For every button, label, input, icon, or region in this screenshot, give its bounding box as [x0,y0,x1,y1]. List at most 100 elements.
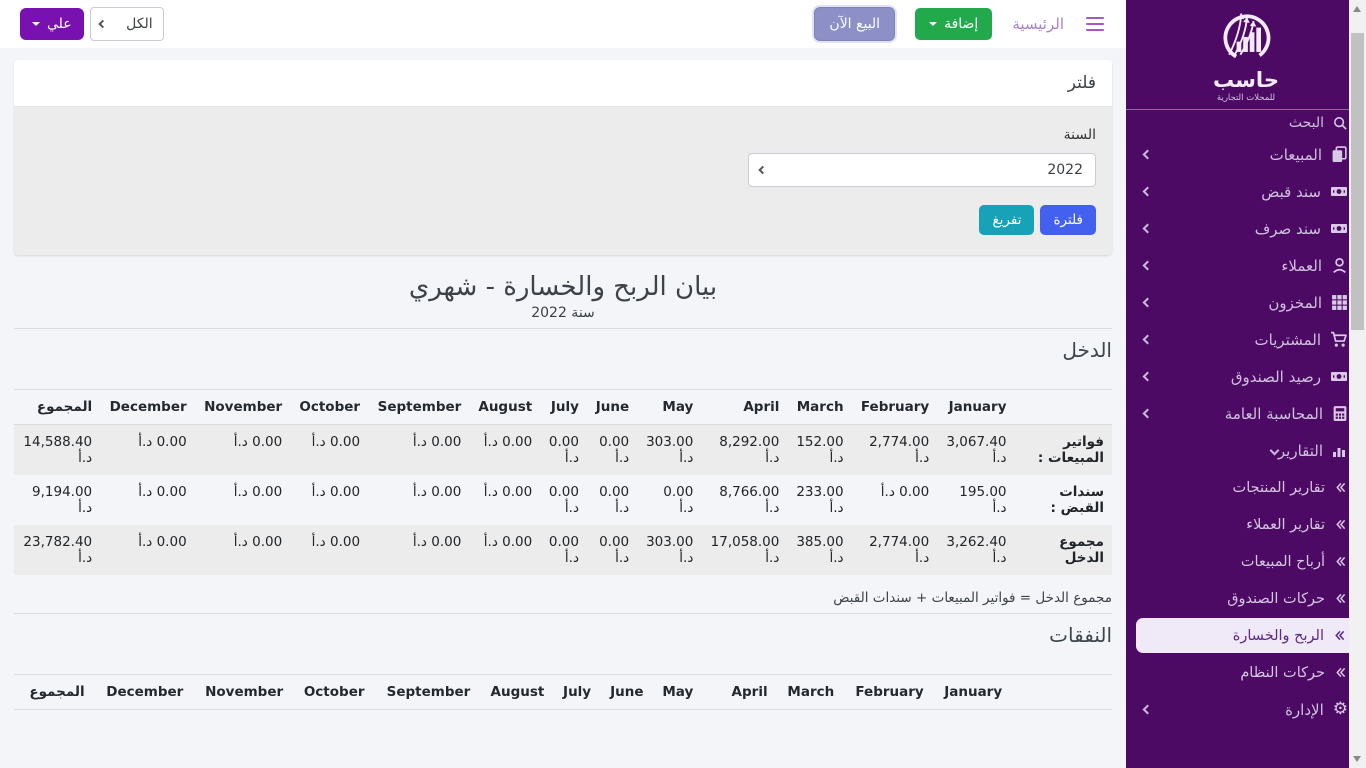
sidebar-item-customers[interactable]: العملاء [1126,247,1366,284]
income-note: مجموع الدخل = فواتير المبيعات + سندات ال… [14,590,1112,606]
sidebar-subitem-customer-reports[interactable]: تقارير العملاء [1126,506,1366,543]
user-name-label: علي [47,16,72,32]
grid-icon [1331,294,1348,311]
sidebar-item-inventory[interactable]: المخزون [1126,284,1366,321]
sidebar-subitem-label: تقارير المنتجات [1233,480,1325,496]
filter-button[interactable]: فلترة [1040,205,1096,235]
sidebar-subitem-cash-movements[interactable]: حركات الصندوق [1126,580,1366,617]
cart-icon [1330,331,1348,348]
page-scrollbar[interactable] [1349,0,1366,768]
amount-cell: 8,766.00 د.أ [701,475,787,525]
chevron-left-icon [1143,187,1153,197]
divider [14,328,1112,329]
sidebar-item-label: المخزون [1268,294,1322,312]
user-menu-button[interactable]: علي [20,8,84,40]
logo: حاسب للمحلات التجارية [1126,0,1366,103]
table-row: سندات القبض :195.00 د.أ0.00 د.أ233.00 د.… [14,475,1112,525]
table-row: فواتير المبيعات :3,067.40 د.أ2,774.00 د.… [14,425,1112,476]
column-header: December [93,675,192,710]
amount-cell: 385.00 د.أ [787,525,851,575]
amount-cell: 0.00 د.أ [540,525,587,575]
amount-cell: 3,067.40 د.أ [937,425,1014,476]
sidebar-subitem-sales-profits[interactable]: أرباح المبيعات [1126,543,1366,580]
sidebar-item-receipt-voucher[interactable]: سند قبض [1126,173,1366,210]
column-header: September [373,675,479,710]
sidebar-item-label: المبيعات [1270,146,1322,164]
sidebar-item-sales[interactable]: المبيعات [1126,136,1366,173]
year-select[interactable]: 2022 [748,153,1096,187]
column-header: October [291,675,372,710]
gear-icon: ⚙ [1333,701,1348,718]
sidebar-item-search[interactable]: البحث [1126,110,1366,136]
sidebar-item-label: البحث [1289,115,1324,131]
sidebar-item-label: رصيد الصندوق [1231,368,1321,386]
column-header: August [478,675,552,710]
sidebar-item-administration[interactable]: ⚙ الإدارة [1126,691,1366,728]
amount-cell: 0.00 د.أ [852,475,938,525]
chevron-left-icon [1143,261,1153,271]
add-button[interactable]: إضافة [915,8,992,40]
main-content: فلتر السنة 2022 فلترة تفريغ بيان الربح و… [0,48,1126,768]
sidebar-subitem-system-movements[interactable]: حركات النظام [1126,654,1366,691]
sidebar-item-cash-balance[interactable]: رصيد الصندوق [1126,358,1366,395]
home-link[interactable]: الرئيسية [1012,15,1064,33]
sidebar-item-general-accounting[interactable]: المحاسبة العامة [1126,395,1366,432]
sidebar-item-label: سند قبض [1261,183,1321,201]
amount-cell: 0.00 د.أ [540,475,587,525]
amount-cell: 0.00 د.أ [290,525,368,575]
column-header: المجموع [14,675,93,710]
hamburger-menu-icon[interactable] [1084,15,1106,34]
amount-cell: 0.00 د.أ [290,475,368,525]
column-header: January [937,390,1014,425]
column-header: June [599,675,651,710]
amount-cell: 0.00 د.أ [469,525,540,575]
search-icon [1333,116,1348,131]
sell-now-button[interactable]: البيع الآن [814,7,895,41]
column-header: June [587,390,637,425]
amount-cell: 303.00 د.أ [637,525,701,575]
sidebar-item-payment-voucher[interactable]: سند صرف [1126,210,1366,247]
amount-cell: 0.00 د.أ [195,475,291,525]
amount-cell: 8,292.00 د.أ [701,425,787,476]
sidebar-item-label: العملاء [1281,257,1322,275]
branch-select-value: الكل [126,16,153,32]
angles-icon [1335,556,1346,567]
sidebar-subitem-label: حركات الصندوق [1227,591,1325,607]
column-header: October [290,390,368,425]
sidebar-item-reports[interactable]: التقارير [1126,432,1366,469]
angles-icon [1334,630,1345,641]
clear-button[interactable]: تفريغ [979,205,1034,235]
angles-icon [1335,482,1346,493]
column-header: April [701,675,775,710]
year-select-value: 2022 [1047,162,1083,178]
amount-cell: 0.00 د.أ [637,475,701,525]
column-header: July [540,390,587,425]
amount-cell: 195.00 د.أ [937,475,1014,525]
amount-cell: 23,782.40 د.أ [14,525,100,575]
sidebar-subitem-product-reports[interactable]: تقارير المنتجات [1126,469,1366,506]
chevron-left-icon [1143,150,1153,160]
column-header: May [637,390,701,425]
scroll-up-arrow-icon[interactable] [1353,6,1361,12]
sell-now-label: البيع الآن [829,16,880,32]
amount-cell: 233.00 د.أ [787,475,851,525]
filter-actions: فلترة تفريغ [30,205,1096,235]
calculator-icon [1332,405,1348,422]
sidebar-subitem-profit-loss-active[interactable]: الربح والخسارة [1136,618,1356,653]
report-title: بيان الربح والخسارة - شهري [14,272,1112,302]
amount-cell: 0.00 د.أ [100,425,195,476]
expenses-table: JanuaryFebruaryMarchAprilMayJuneJulyAugu… [14,674,1112,710]
amount-cell: 0.00 د.أ [195,425,291,476]
column-header: July [552,675,599,710]
sidebar-item-label: سند صرف [1255,220,1321,238]
branch-select[interactable]: الكل [90,7,164,41]
income-table: JanuaryFebruaryMarchAprilMayJuneJulyAugu… [14,389,1112,575]
divider [14,613,1112,614]
scrollbar-thumb[interactable] [1351,33,1364,330]
scroll-down-arrow-icon[interactable] [1353,756,1361,762]
amount-cell: 0.00 د.أ [290,425,368,476]
sidebar-item-purchases[interactable]: المشتريات [1126,321,1366,358]
add-button-label: إضافة [944,16,978,32]
amount-cell: 303.00 د.أ [637,425,701,476]
banknote-icon [1330,183,1348,200]
